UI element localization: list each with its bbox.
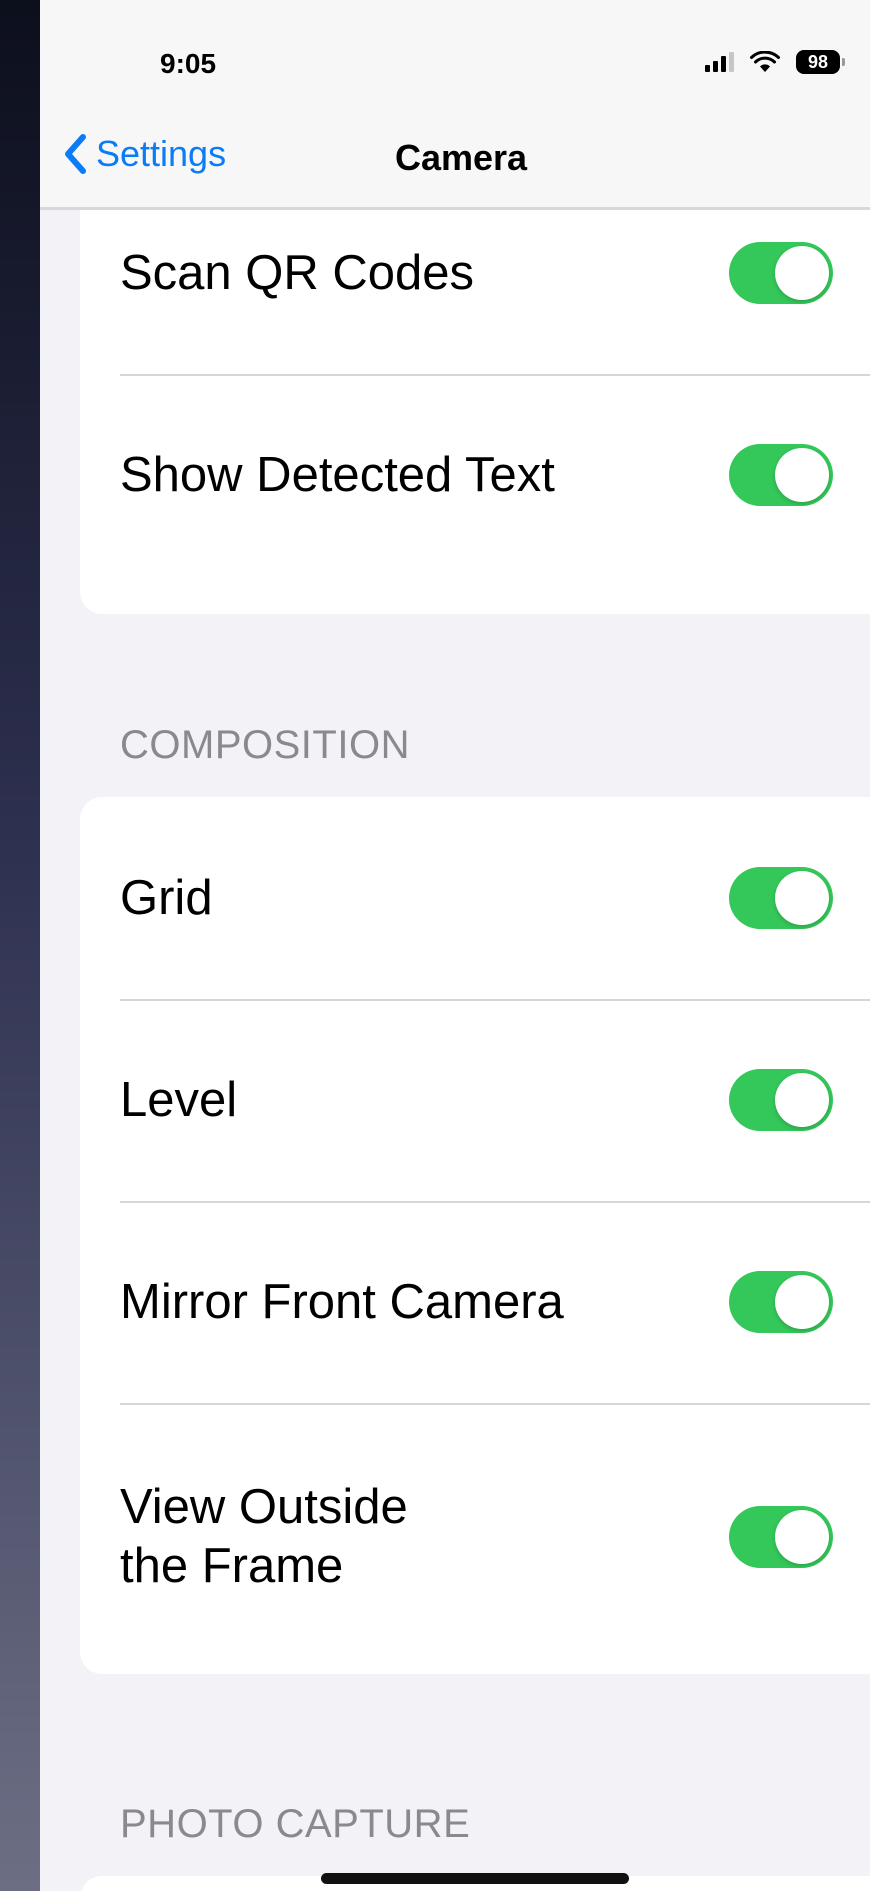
scan-qr-codes-toggle[interactable] [729,242,833,304]
view-outside-the-frame-toggle[interactable] [729,1506,833,1568]
settings-screen: 9:05 98 Settings Camera Scan QR Codes Sh… [40,0,870,1891]
setting-label: Mirror Front Camera [120,1274,564,1329]
setting-label: Show Detected Text [120,447,555,502]
settings-group-composition: Grid Level Mirror Front Camera View Outs… [80,797,870,1674]
settings-group-scanning: Scan QR Codes Show Detected Text [80,172,870,614]
setting-label: Level [120,1072,238,1127]
status-icons: 98 [705,50,845,74]
setting-label: View Outside the Frame [120,1480,408,1593]
home-indicator[interactable] [321,1873,629,1884]
setting-row-level: Level [80,999,870,1201]
setting-row-view-outside-the-frame: View Outside the Frame [80,1403,870,1671]
toggle-knob [775,1510,829,1564]
setting-label: Grid [120,870,213,925]
status-time: 9:05 [160,48,217,79]
level-toggle[interactable] [729,1069,833,1131]
toggle-knob [775,448,829,502]
show-detected-text-toggle[interactable] [729,444,833,506]
page-title: Camera [395,137,528,178]
toggle-knob [775,1073,829,1127]
toggle-knob [775,871,829,925]
back-button[interactable]: Settings [62,133,226,175]
section-header-photo-capture: PHOTO CAPTURE [120,1802,471,1846]
toggle-knob [775,246,829,300]
setting-row-mirror-front-camera: Mirror Front Camera [80,1201,870,1403]
setting-row-show-detected-text: Show Detected Text [80,374,870,576]
grid-toggle[interactable] [729,867,833,929]
chevron-left-icon [65,134,86,174]
navigation-bar: 9:05 98 Settings Camera [40,0,870,210]
toggle-knob [775,1275,829,1329]
battery-icon: 98 [796,50,845,74]
section-header-composition: COMPOSITION [120,723,410,767]
back-button-label: Settings [96,133,227,174]
signal-icon [705,52,734,72]
wifi-icon [750,51,780,72]
mirror-front-camera-toggle[interactable] [729,1271,833,1333]
setting-row-grid: Grid [80,797,870,999]
